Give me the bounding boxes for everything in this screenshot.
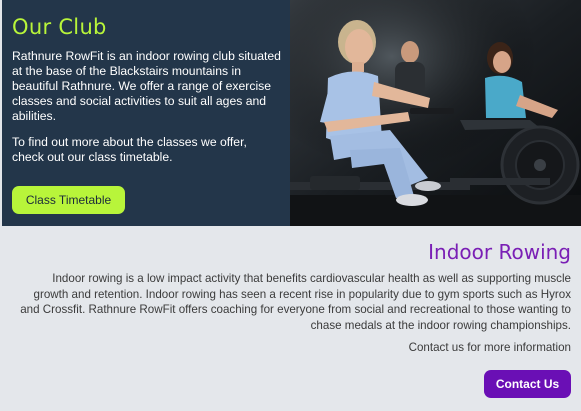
class-timetable-button[interactable]: Class Timetable — [12, 186, 125, 214]
indoor-rowing-title: Indoor Rowing — [428, 240, 571, 264]
indoor-rowing-section: Indoor Rowing Indoor rowing is a low imp… — [0, 226, 581, 411]
page: Our Club Rathnure RowFit is an indoor ro… — [0, 0, 581, 411]
rowing-class-photo-illustration — [290, 0, 581, 226]
our-club-title: Our Club — [12, 15, 107, 39]
indoor-rowing-description: Indoor rowing is a low impact activity t… — [20, 272, 571, 332]
contact-us-button[interactable]: Contact Us — [484, 370, 571, 398]
rowing-class-photo — [290, 0, 581, 226]
our-club-description: Rathnure RowFit is an indoor rowing club… — [12, 49, 281, 123]
our-club-panel: Our Club Rathnure RowFit is an indoor ro… — [0, 0, 290, 226]
our-club-cta-text: To find out more about the classes we of… — [12, 135, 247, 164]
contact-prompt-text: Contact us for more information — [408, 341, 571, 354]
our-club-section: Our Club Rathnure RowFit is an indoor ro… — [0, 0, 581, 226]
